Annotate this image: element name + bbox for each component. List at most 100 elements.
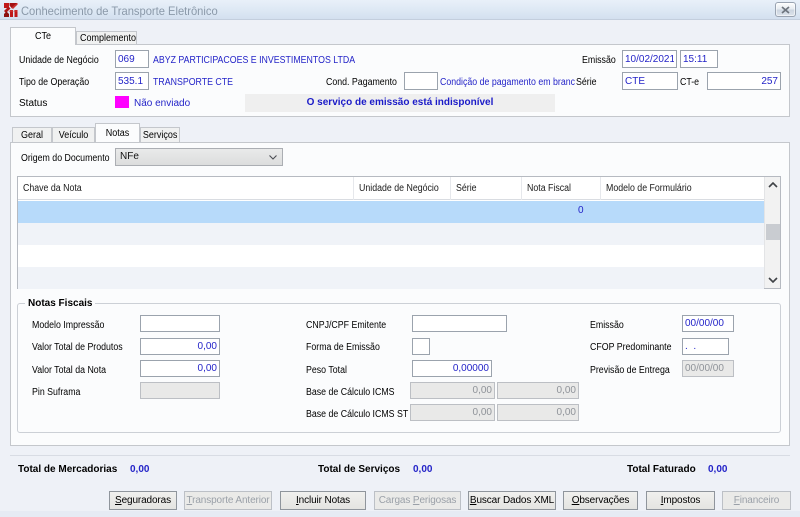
chevron-up-icon (768, 182, 778, 188)
financeiro-button[interactable]: Financeiro (722, 491, 791, 510)
tab-notas-label: Notas (105, 128, 130, 139)
totals-divider (10, 455, 790, 456)
col-serie-label: Série (456, 183, 477, 194)
status-label: Status (19, 98, 48, 109)
grid-row[interactable] (18, 245, 764, 267)
scrollbar-thumb[interactable] (766, 224, 780, 240)
grid-row[interactable] (18, 267, 764, 289)
grid-scrollbar[interactable] (764, 177, 780, 288)
tab-veiculo[interactable]: Veículo (52, 127, 95, 142)
incluir-notas-button[interactable]: Incluir Notas (280, 491, 366, 510)
total-faturado-label: Total Faturado (627, 464, 696, 475)
dialog-window: Conhecimento de Transporte Eletrônico CT… (0, 0, 800, 517)
app-logo-icon (4, 3, 18, 17)
previsao-entrega-label: Previsão de Entrega (590, 365, 670, 376)
seguradoras-button[interactable]: Seguradoras (109, 491, 177, 510)
valor-total-produtos-input[interactable] (140, 338, 220, 355)
chevron-down-icon (768, 277, 778, 283)
cnpj-cpf-emitente-input[interactable] (412, 315, 507, 332)
cargas-perigosas-button[interactable]: Cargas Perigosas (374, 491, 461, 510)
col-serie[interactable]: Série (451, 177, 522, 200)
cfop-predominante-input[interactable] (682, 338, 729, 355)
cond-pagamento-label: Cond. Pagamento (326, 77, 397, 88)
emissao-time-input[interactable] (680, 50, 718, 68)
col-modelo-de-formulario[interactable]: Modelo de Formulário (601, 177, 764, 200)
tab-cte[interactable]: CTe (10, 27, 76, 45)
base-calculo-icms-st-input-1[interactable] (410, 404, 495, 421)
scroll-down-button[interactable] (765, 272, 781, 288)
tab-notas[interactable]: Notas (95, 123, 140, 142)
tipo-operacao-input[interactable] (115, 72, 149, 90)
notas-tab-page: Origem do Documento NFe Chave da Nota Un… (10, 142, 790, 446)
notas-fiscais-groupbox: Notas Fiscais Modelo Impressão Valor Tot… (17, 298, 781, 433)
cte-tab-page: Unidade de Negócio ABYZ PARTICIPACOES E … (10, 44, 790, 117)
serie-input[interactable] (622, 72, 678, 90)
base-calculo-icms-input-2[interactable] (497, 382, 579, 399)
cond-pagamento-input[interactable] (404, 72, 438, 90)
pin-suframa-label: Pin Suframa (32, 387, 81, 398)
peso-total-label: Peso Total (306, 365, 347, 376)
window-bottom-edge (0, 511, 800, 517)
unidade-negocio-name: ABYZ PARTICIPACOES E INVESTIMENTOS LTDA (153, 55, 356, 66)
origem-documento-value: NFe (120, 151, 139, 162)
origem-documento-label: Origem do Documento (21, 153, 110, 164)
valor-total-nota-label: Valor Total da Nota (32, 365, 107, 376)
tab-geral[interactable]: Geral (12, 127, 52, 142)
chevron-down-icon (269, 155, 277, 160)
cond-pagamento-hint: Condição de pagamento em branco (440, 77, 575, 88)
tab-cte-label: CTe (34, 31, 52, 42)
forma-emissao-input[interactable] (412, 338, 430, 355)
emissao-label: Emissão (582, 55, 616, 66)
title-bar: Conhecimento de Transporte Eletrônico (0, 0, 800, 20)
cte-number-input[interactable] (707, 72, 781, 90)
close-button[interactable] (775, 2, 796, 17)
base-calculo-icms-label: Base de Cálculo ICMS (306, 387, 395, 398)
valor-total-produtos-label: Valor Total de Produtos (32, 342, 123, 353)
grid-header: Chave da Nota Unidade de Negócio Série N… (18, 177, 764, 200)
col-unidade-de-negocio-label: Unidade de Negócio (359, 183, 439, 194)
modelo-impressao-label: Modelo Impressão (32, 320, 105, 331)
valor-total-nota-input[interactable] (140, 360, 220, 377)
tab-geral-label: Geral (20, 130, 43, 141)
buscar-dados-xml-button[interactable]: Buscar Dados XML (468, 491, 556, 510)
unidade-negocio-input[interactable] (115, 50, 149, 68)
emissao-nf-input[interactable] (682, 315, 734, 332)
base-calculo-icms-st-label: Base de Cálculo ICMS ST (306, 409, 409, 420)
base-calculo-icms-st-input-2[interactable] (497, 404, 579, 421)
origem-documento-select[interactable]: NFe (115, 148, 283, 166)
base-calculo-icms-input-1[interactable] (410, 382, 495, 399)
grid-row[interactable] (18, 223, 764, 245)
tab-servicos-label: Serviços (142, 130, 178, 141)
col-chave-da-nota-label: Chave da Nota (23, 183, 82, 194)
status-color-swatch (115, 96, 129, 108)
forma-emissao-label: Forma de Emissão (306, 342, 380, 353)
total-servicos-value: 0,00 (413, 464, 433, 475)
peso-total-input[interactable] (412, 360, 492, 377)
total-mercadorias-label: Total de Mercadorias (18, 464, 118, 475)
observacoes-button[interactable]: Observações (563, 491, 638, 510)
col-modelo-de-formulario-label: Modelo de Formulário (606, 183, 692, 194)
transporte-anterior-button[interactable]: Transporte Anterior (184, 491, 272, 510)
tab-servicos[interactable]: Serviços (140, 127, 180, 142)
emissao-date-input[interactable] (622, 50, 677, 68)
unidade-negocio-label: Unidade de Negócio (19, 55, 99, 66)
col-nota-fiscal[interactable]: Nota Fiscal (522, 177, 601, 200)
col-unidade-de-negocio[interactable]: Unidade de Negócio (354, 177, 451, 200)
cfop-predominante-label: CFOP Predominante (590, 342, 672, 353)
modelo-impressao-input[interactable] (140, 315, 220, 332)
groupbox-title: Notas Fiscais (25, 298, 96, 309)
col-chave-da-nota[interactable]: Chave da Nota (18, 177, 354, 200)
tipo-operacao-name: TRANSPORTE CTE (153, 77, 234, 88)
impostos-button[interactable]: Impostos (646, 491, 715, 510)
total-mercadorias-value: 0,00 (130, 464, 150, 475)
tab-veiculo-label: Veículo (58, 130, 89, 141)
grid-row-selected[interactable]: 0 (18, 201, 764, 223)
previsao-entrega-input[interactable] (682, 360, 734, 377)
tab-complemento[interactable]: Complemento (76, 31, 137, 44)
window-title: Conhecimento de Transporte Eletrônico (21, 4, 218, 18)
notas-grid: Chave da Nota Unidade de Negócio Série N… (17, 176, 781, 289)
col-nota-fiscal-label: Nota Fiscal (527, 183, 572, 194)
emission-service-message: O serviço de emissão está indisponível (245, 94, 555, 112)
pin-suframa-input[interactable] (140, 382, 220, 399)
scroll-up-button[interactable] (765, 177, 781, 193)
